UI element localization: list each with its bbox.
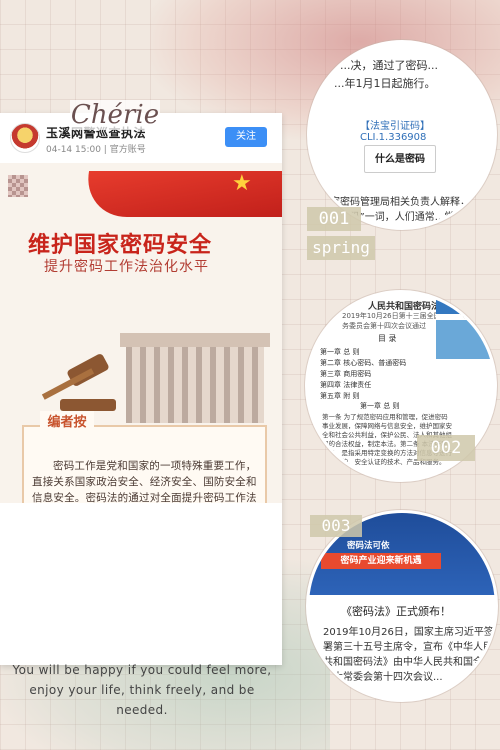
circle2-toc-title: 目 录	[378, 334, 397, 343]
article-card: 玉溪网警巡查执法 04-14 15:00 | 官方账号 关注 ★ 维护国家密码安…	[0, 100, 282, 717]
flag-icon	[80, 171, 282, 217]
quote-text: You will be happy if you could feel more…	[12, 663, 272, 717]
circle3-body: 2019年10月26日，国家主席习近平签署第三十五号主席令，宣布《中华人民共和国…	[323, 627, 494, 683]
circle-preview-3: 密码法可依 密码产业迎来新机遇 《密码法》正式颁布！ 2019年10月26日，国…	[306, 510, 498, 702]
circle2-thumbnail	[436, 299, 494, 359]
toc-item: 第三章 商用密码	[320, 370, 372, 378]
circle2-toc: 第一章 总 则 第二章 核心密码、普通密码 第三章 商用密码 第四章 法律责任 …	[320, 347, 406, 402]
account-avatar[interactable]	[10, 123, 40, 153]
toc-item: 第二章 核心密码、普通密码	[320, 359, 407, 367]
banner-subtitle: 提升密码工作法治化水平	[44, 259, 209, 275]
gavel-base-icon	[60, 399, 116, 411]
follow-button[interactable]: 关注	[225, 127, 267, 147]
tag-spring: spring	[307, 236, 375, 260]
cherie-label: Chérie	[70, 100, 160, 130]
tag-002: 002	[417, 435, 475, 461]
circle1-line1: ...决，通过了密码...	[340, 59, 438, 72]
toc-item: 第一章 总 则	[320, 348, 360, 356]
blurred-avatar-icon	[8, 175, 28, 197]
circle1-box-label: 什么是密码	[364, 145, 436, 173]
banner-title: 维护国家密码安全	[28, 233, 213, 258]
circle-preview-1: ...决，通过了密码... ...年1月1日起施行。 【法宝引证码】CLI.1.…	[307, 40, 497, 230]
toc-item: 第四章 法律责任	[320, 381, 372, 389]
account-meta: 04-14 15:00 | 官方账号	[46, 145, 146, 155]
circle2-section: 第一章 总 则	[360, 402, 400, 410]
article-banner: ★ 维护国家密码安全 提升密码工作法治化水平 编者按 密码工作是党和国家的一项特…	[0, 163, 282, 503]
editor-note-label: 编者按	[40, 411, 94, 435]
star-icon: ★	[232, 171, 252, 196]
circle3-banner-title: 密码法可依	[347, 541, 390, 551]
tag-001: 001	[307, 207, 361, 231]
editor-note-text: 密码工作是党和国家的一项特殊重要工作，直接关系国家政治安全、经济安全、国防安全和…	[32, 460, 257, 503]
circle3-heading: 《密码法》正式颁布！	[341, 605, 451, 618]
building-icon	[120, 333, 270, 423]
tag-003: 003	[310, 515, 362, 537]
circle3-banner-sub: 密码产业迎来新机遇	[321, 553, 441, 569]
circle1-line2: ...年1月1日起施行。	[334, 77, 436, 90]
circle1-citation: 【法宝引证码】CLI.1.336908	[360, 121, 430, 143]
